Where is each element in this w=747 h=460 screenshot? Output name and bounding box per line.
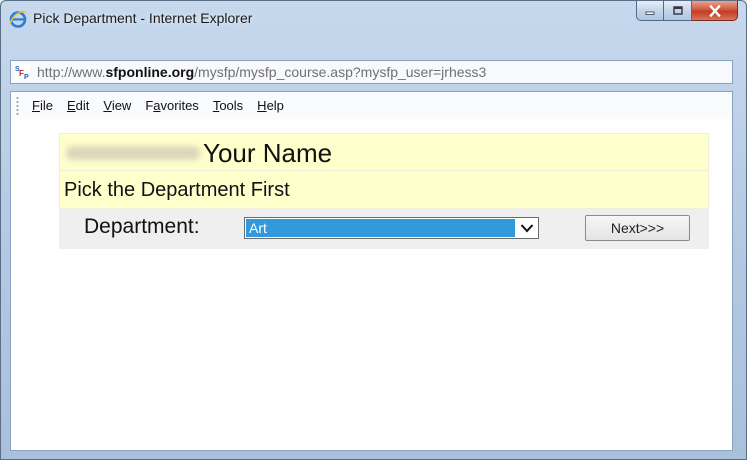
instruction-text: Pick the Department First bbox=[64, 179, 290, 201]
caption-buttons bbox=[636, 1, 738, 23]
department-label: Department: bbox=[84, 215, 200, 238]
next-button[interactable]: Next>>> bbox=[585, 215, 690, 241]
instruction-row: Pick the Department First bbox=[59, 171, 709, 209]
menu-view[interactable]: View bbox=[103, 96, 131, 115]
url-domain: sfponline.org bbox=[105, 64, 195, 80]
dropdown-arrow[interactable] bbox=[516, 218, 538, 238]
internet-explorer-icon bbox=[9, 10, 27, 28]
minimize-icon bbox=[645, 11, 655, 15]
menu-favorites[interactable]: Favorites bbox=[145, 96, 198, 115]
close-icon bbox=[708, 4, 721, 17]
department-form: Your Name Pick the Department First Depa… bbox=[59, 133, 709, 249]
address-bar[interactable]: S F P http://www.sfponline.org/mysfp/mys… bbox=[10, 60, 733, 84]
title-bar[interactable]: Pick Department - Internet Explorer bbox=[1, 1, 746, 49]
chevron-down-icon bbox=[520, 224, 534, 233]
window-title: Pick Department - Internet Explorer bbox=[33, 10, 253, 26]
menu-grip[interactable] bbox=[16, 96, 19, 115]
maximize-icon bbox=[672, 5, 683, 15]
url-text[interactable]: http://www.sfponline.org/mysfp/mysfp_cou… bbox=[37, 64, 486, 80]
maximize-button[interactable] bbox=[664, 1, 692, 21]
department-row: Department: Art Next>>> bbox=[59, 209, 709, 249]
redacted-user-name bbox=[66, 146, 200, 160]
url-path: /mysfp/mysfp_course.asp?mysfp_user=jrhes… bbox=[194, 64, 487, 80]
department-select[interactable]: Art bbox=[244, 217, 539, 239]
browser-window: Pick Department - Internet Explorer S F … bbox=[0, 0, 747, 460]
close-button[interactable] bbox=[692, 1, 738, 21]
menu-bar: File Edit View Favorites Tools Help bbox=[11, 92, 732, 119]
menu-edit[interactable]: Edit bbox=[67, 96, 89, 115]
browser-content: File Edit View Favorites Tools Help Your… bbox=[10, 91, 733, 451]
minimize-button[interactable] bbox=[636, 1, 664, 21]
menu-file[interactable]: File bbox=[32, 96, 53, 115]
svg-text:P: P bbox=[24, 74, 29, 80]
menu-help[interactable]: Help bbox=[257, 96, 284, 115]
menu-tools[interactable]: Tools bbox=[213, 96, 243, 115]
site-favicon: S F P bbox=[15, 64, 31, 81]
department-selected-value: Art bbox=[246, 219, 515, 237]
your-name-label: Your Name bbox=[203, 138, 333, 168]
name-row: Your Name bbox=[59, 133, 709, 171]
url-scheme: http://www. bbox=[37, 64, 106, 80]
